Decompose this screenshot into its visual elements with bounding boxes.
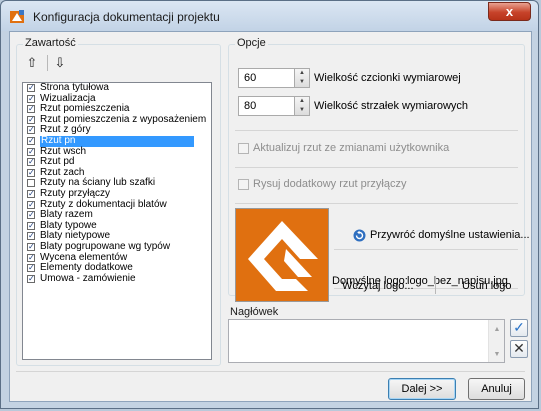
next-button[interactable]: Dalej >> bbox=[388, 378, 456, 400]
item-checkbox[interactable]: ✓ bbox=[27, 147, 35, 156]
spin-up-icon[interactable]: ▲ bbox=[295, 69, 309, 78]
item-checkbox[interactable]: ✓ bbox=[27, 158, 35, 167]
draw-connections-checkbox[interactable] bbox=[238, 179, 249, 190]
clear-x-icon[interactable]: ✕ bbox=[510, 340, 528, 358]
app-icon bbox=[10, 10, 24, 23]
item-label: Wizualizacja bbox=[40, 92, 96, 104]
dialog-window: Konfiguracja dokumentacji projektu x Zaw… bbox=[0, 0, 539, 409]
arrow-size-value: 80 bbox=[244, 100, 257, 112]
item-label: Strona tytułowa bbox=[40, 82, 109, 93]
header-group: Nagłówek ▲ ▼ bbox=[228, 306, 525, 363]
item-checkbox[interactable]: ✓ bbox=[27, 274, 35, 283]
window-title: Konfiguracja dokumentacji projektu bbox=[33, 10, 220, 24]
item-label: Blaty pogrupowane wg typów bbox=[40, 240, 171, 252]
item-checkbox[interactable]: ✓ bbox=[27, 189, 35, 198]
list-item[interactable]: ✓ Umowa - zamówienie bbox=[23, 272, 211, 285]
item-label: Blaty razem bbox=[40, 209, 93, 221]
options-group-label: Opcje bbox=[235, 37, 268, 49]
arrow-size-label: Wielkość strzałek wymiarowych bbox=[314, 100, 469, 112]
footer-divider bbox=[16, 371, 525, 372]
item-checkbox[interactable]: ✓ bbox=[27, 136, 35, 145]
spin-down-icon[interactable]: ▼ bbox=[295, 106, 309, 115]
move-up-icon[interactable]: ⇧ bbox=[23, 54, 41, 72]
item-checkbox[interactable]: ✓ bbox=[27, 242, 35, 251]
close-button[interactable]: x bbox=[488, 2, 531, 21]
item-checkbox[interactable]: ✓ bbox=[27, 84, 35, 92]
scroll-up-icon[interactable]: ▲ bbox=[489, 326, 505, 333]
arrow-size-spin-buttons[interactable]: ▲ ▼ bbox=[294, 97, 309, 115]
item-label: Rzuty na ściany lub szafki bbox=[40, 177, 156, 189]
header-scrollbar[interactable]: ▲ ▼ bbox=[488, 320, 504, 362]
item-label: Rzut z góry bbox=[40, 124, 91, 136]
scroll-down-icon[interactable]: ▼ bbox=[489, 351, 505, 358]
draw-connections-label: Rysuj dodatkowy rzut przyłączy bbox=[253, 178, 407, 190]
logo-buttons-divider bbox=[435, 276, 436, 294]
header-text-input[interactable]: ▲ ▼ bbox=[228, 319, 505, 363]
item-checkbox[interactable]: ✓ bbox=[27, 264, 35, 273]
item-label: Blaty nietypowe bbox=[40, 230, 111, 242]
font-size-value: 60 bbox=[244, 72, 257, 84]
item-checkbox[interactable]: ✓ bbox=[27, 94, 35, 103]
item-checkbox[interactable] bbox=[27, 179, 35, 188]
item-checkbox[interactable]: ✓ bbox=[27, 126, 35, 135]
divider bbox=[235, 167, 518, 168]
divider bbox=[235, 130, 518, 131]
options-group: Opcje 60 ▲ ▼ Wielkość czcionki wymiarowej… bbox=[228, 37, 530, 302]
spin-up-icon[interactable]: ▲ bbox=[295, 97, 309, 106]
item-checkbox[interactable]: ✓ bbox=[27, 115, 35, 124]
logo-preview bbox=[235, 208, 329, 302]
cancel-button[interactable]: Anuluj bbox=[468, 378, 525, 400]
contents-group-label: Zawartość bbox=[23, 37, 78, 49]
item-label: Rzut zach bbox=[40, 166, 85, 178]
contents-group: Zawartość ⇧ ⇩ ✓ Strona tytułowa ✓ Wizualiza… bbox=[16, 37, 221, 366]
item-label: Rzuty z dokumentacji blatów bbox=[40, 198, 167, 210]
update-view-checkbox[interactable] bbox=[238, 143, 249, 154]
dialog-body: Zawartość ⇧ ⇩ ✓ Strona tytułowa ✓ Wizualiza… bbox=[9, 31, 532, 402]
item-label: Wycena elementów bbox=[40, 251, 128, 263]
divider bbox=[334, 249, 518, 250]
remove-logo-button[interactable]: Usuń logo bbox=[462, 280, 512, 292]
spin-down-icon[interactable]: ▼ bbox=[295, 78, 309, 87]
font-size-label: Wielkość czcionki wymiarowej bbox=[314, 72, 461, 84]
item-label: Elementy dodatkowe bbox=[40, 262, 133, 274]
item-checkbox[interactable]: ✓ bbox=[27, 200, 35, 209]
restore-defaults-label: Przywróć domyślne ustawienia... bbox=[370, 229, 530, 241]
item-label: Rzut wsch bbox=[40, 145, 87, 157]
arrow-size-stepper[interactable]: 80 ▲ ▼ bbox=[238, 96, 310, 116]
logo-image bbox=[236, 209, 328, 301]
item-label: Rzut pomieszczenia z wyposażeniem bbox=[40, 113, 207, 125]
load-logo-button[interactable]: Wczytaj logo... bbox=[342, 280, 414, 292]
confirm-check-icon[interactable]: ✓ bbox=[510, 319, 528, 337]
item-label: Umowa - zamówienie bbox=[40, 272, 136, 284]
item-label: Rzuty przyłączy bbox=[40, 187, 111, 199]
item-checkbox[interactable]: ✓ bbox=[27, 221, 35, 230]
item-checkbox[interactable]: ✓ bbox=[27, 232, 35, 241]
item-label: Rzut pomieszczenia bbox=[40, 103, 130, 115]
move-down-icon[interactable]: ⇩ bbox=[51, 54, 69, 72]
item-checkbox[interactable]: ✓ bbox=[27, 253, 35, 262]
item-label: Blaty typowe bbox=[40, 219, 97, 231]
update-view-label: Aktualizuj rzut ze zmianami użytkownika bbox=[253, 142, 450, 154]
font-size-stepper[interactable]: 60 ▲ ▼ bbox=[238, 68, 310, 88]
item-checkbox[interactable]: ✓ bbox=[27, 168, 35, 177]
restore-icon bbox=[353, 229, 366, 242]
item-checkbox[interactable]: ✓ bbox=[27, 105, 35, 114]
toolbar-divider bbox=[47, 55, 48, 71]
header-group-label: Nagłówek bbox=[228, 306, 281, 318]
title-bar[interactable]: Konfiguracja dokumentacji projektu x bbox=[1, 1, 538, 31]
item-checkbox[interactable]: ✓ bbox=[27, 211, 35, 220]
font-size-spin-buttons[interactable]: ▲ ▼ bbox=[294, 69, 309, 87]
item-label: Rzut pd bbox=[40, 156, 75, 168]
contents-list[interactable]: ✓ Strona tytułowa ✓ Wizualizacja ✓ Rzut pomie… bbox=[22, 82, 212, 360]
divider bbox=[235, 203, 518, 204]
